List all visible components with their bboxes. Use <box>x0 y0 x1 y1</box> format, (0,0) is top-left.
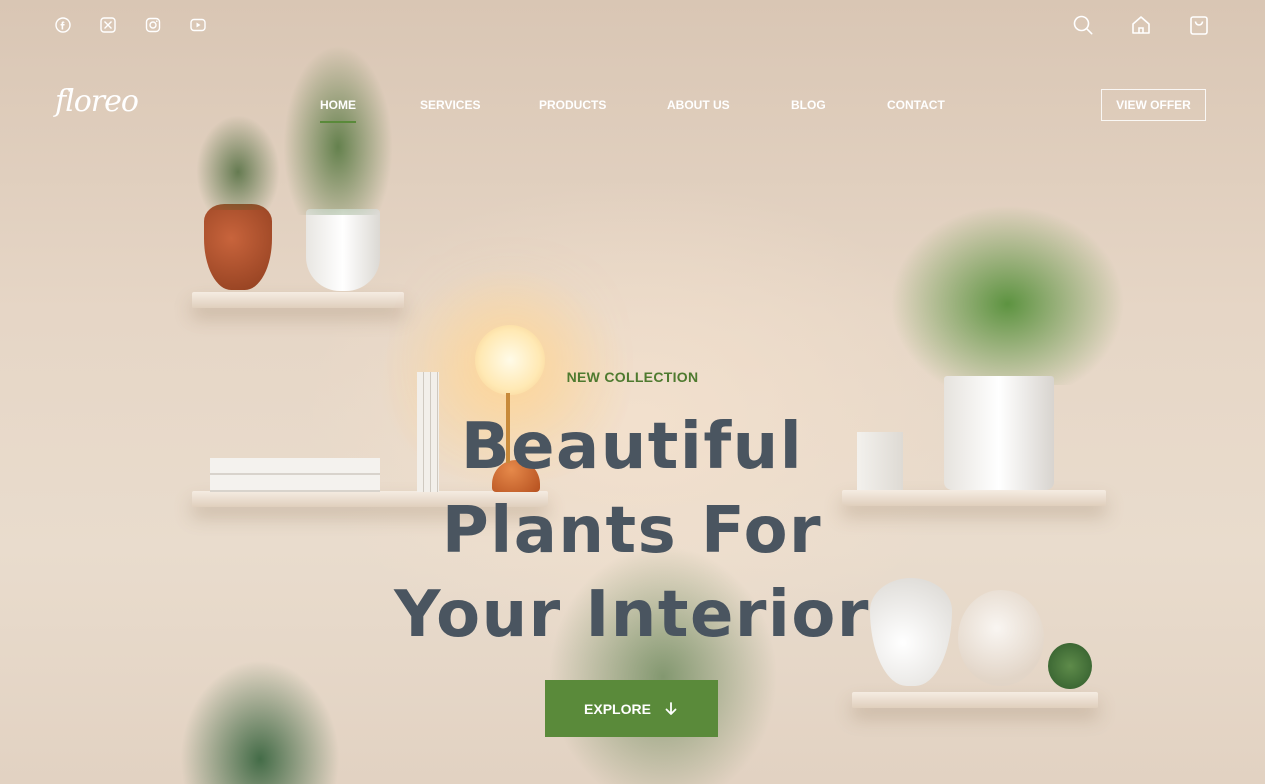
plant-vase <box>196 115 280 210</box>
explore-button[interactable]: EXPLORE <box>545 680 718 737</box>
hero-background <box>0 0 1265 784</box>
cactus <box>1048 643 1092 689</box>
hero-eyebrow: NEW COLLECTION <box>566 369 699 385</box>
fern-plant <box>890 205 1125 385</box>
nav-products[interactable]: PRODUCTS <box>539 98 606 112</box>
shelf-top-left <box>192 292 404 308</box>
glass-globe <box>958 590 1044 686</box>
shopping-bag-icon[interactable] <box>1188 14 1210 36</box>
plant-top-left <box>283 45 393 215</box>
youtube-icon[interactable] <box>190 17 206 33</box>
arrow-down-icon <box>663 701 679 717</box>
spiky-plant <box>180 660 340 784</box>
white-pot-left <box>306 209 380 291</box>
headline-line-3: Your Interior <box>394 578 870 652</box>
instagram-icon[interactable] <box>145 17 161 33</box>
shelf-bottom-right <box>852 692 1098 708</box>
terracotta-vase <box>204 204 272 290</box>
nav-contact[interactable]: CONTACT <box>887 98 945 112</box>
facebook-icon[interactable] <box>55 17 71 33</box>
nav-about-us[interactable]: ABOUT US <box>667 98 730 112</box>
headline-line-2: Plants For <box>441 494 823 568</box>
nav-home[interactable]: HOME <box>320 98 356 123</box>
top-bar <box>0 0 1265 52</box>
headline-line-1: Beautiful <box>460 410 804 484</box>
explore-button-label: EXPLORE <box>584 700 651 717</box>
nav-blog[interactable]: BLOG <box>791 98 826 112</box>
search-icon[interactable] <box>1072 14 1094 36</box>
view-offer-button[interactable]: VIEW OFFER <box>1101 89 1206 121</box>
hero-headline: Beautiful Plants For Your Interior <box>332 405 932 657</box>
x-icon[interactable] <box>100 17 116 33</box>
home-icon[interactable] <box>1130 14 1152 36</box>
white-pot-right <box>944 376 1054 490</box>
site-logo[interactable]: floreo <box>55 84 139 119</box>
nav-services[interactable]: SERVICES <box>420 98 480 112</box>
